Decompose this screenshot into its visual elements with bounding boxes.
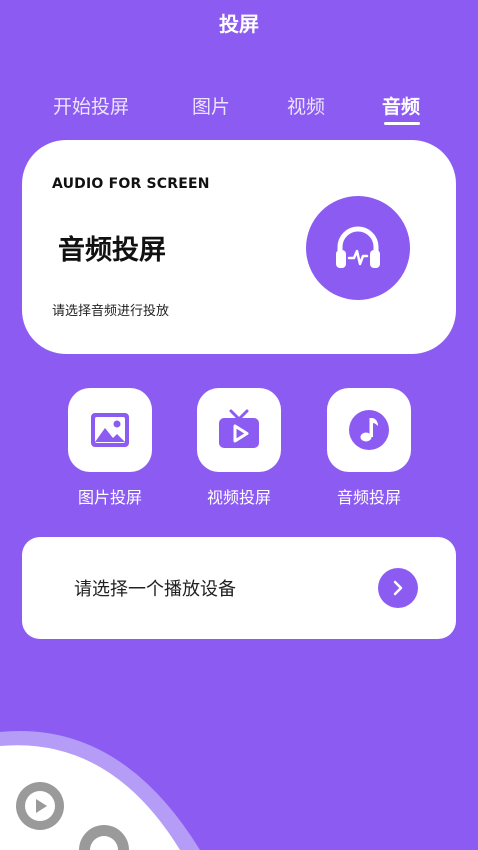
- floating-play-button[interactable]: [15, 781, 65, 831]
- bottom-decoration: [0, 730, 200, 850]
- floating-menu-button[interactable]: [78, 824, 130, 850]
